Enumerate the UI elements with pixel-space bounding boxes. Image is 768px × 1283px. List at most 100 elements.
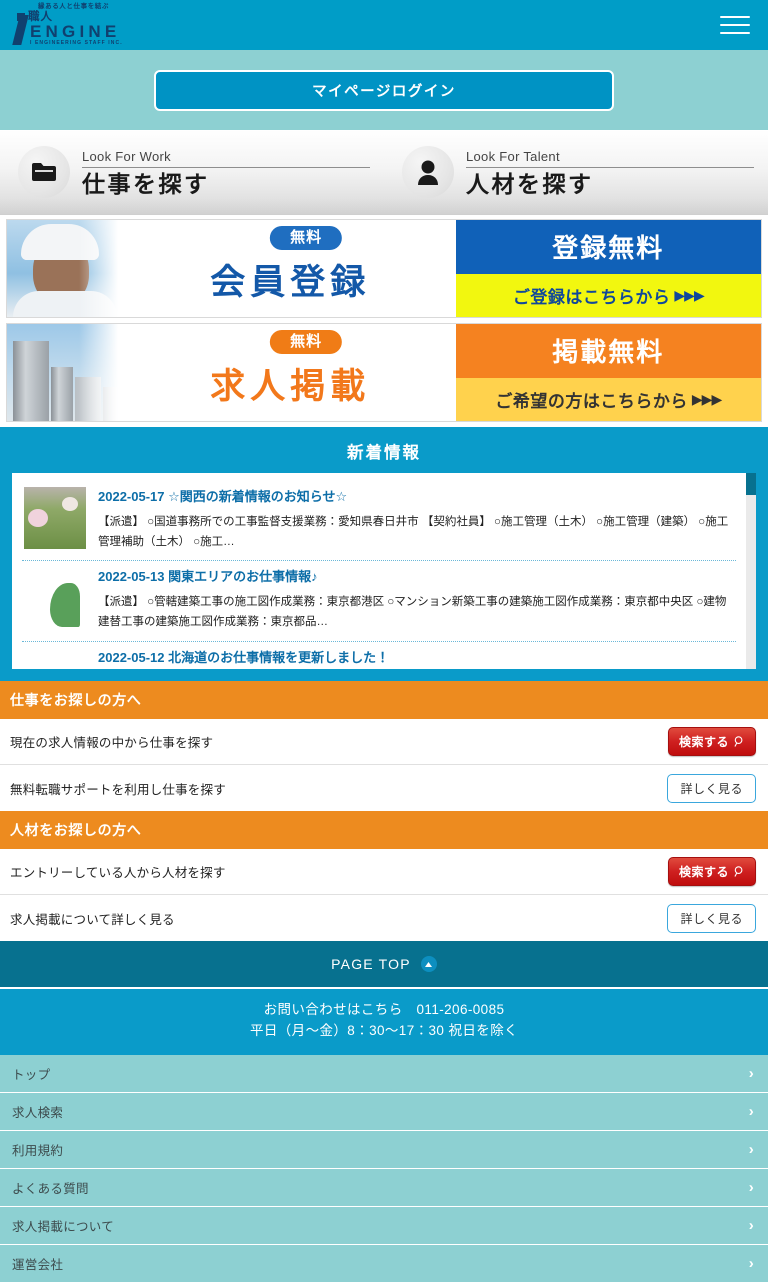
arrow-right-icon: ▶▶▶ <box>691 390 722 407</box>
banner-free-badge: 無料 <box>270 226 343 251</box>
section-row[interactable]: エントリーしている人から人材を探す 検索する <box>0 849 768 895</box>
lookfor-talent-link[interactable]: Look For Talent 人材を探す <box>384 146 768 198</box>
row-label: 現在の求人情報の中から仕事を探す <box>10 736 214 750</box>
news-item-heading: 2022-05-17 ☆関西の新着情報のお知らせ☆ <box>98 487 734 507</box>
footer-nav-label: 運営会社 <box>12 1257 64 1272</box>
chevron-right-icon: › <box>748 1254 754 1272</box>
banner-headline: 会員登録 <box>210 263 371 302</box>
news-list-item[interactable]: 2022-05-13 関東エリアのお仕事情報♪ 【派遣】 ○管轄建築工事の施工図… <box>22 561 736 642</box>
news-item-description: 【派遣】 ○国道事務所での工事監督支援業務：愛知県春日井市 【契約社員】 ○施工… <box>98 515 729 548</box>
person-icon <box>402 146 454 198</box>
news-item-title: 関東エリアのお仕事情報♪ <box>168 569 318 585</box>
arrow-right-icon: ▶▶▶ <box>674 286 704 303</box>
footer-nav-item-top[interactable]: トップ › <box>0 1055 768 1093</box>
site-logo[interactable]: 縁ある人と仕事を結ぶ 職人 ENGINE I ENGINEERING STAFF… <box>12 2 123 47</box>
footer-nav-label: よくある質問 <box>12 1181 89 1196</box>
hamburger-menu-icon[interactable] <box>720 13 750 37</box>
news-item-description: 【派遣】 ○管轄建築工事の施工図作成業務：東京都港区 ○マンション新築工事の建築… <box>98 595 727 629</box>
news-list-item[interactable]: 2022-05-17 ☆関西の新着情報のお知らせ☆ 【派遣】 ○国道事務所での工… <box>22 481 736 562</box>
contact-info: お問い合わせはこちら 011-206-0085 平日（月～金）8：30～17：3… <box>0 989 768 1055</box>
chevron-right-icon: › <box>748 1102 754 1120</box>
button-label: 検索する <box>678 735 729 749</box>
banner-cta[interactable]: ご登録はこちらから ▶▶▶ <box>455 273 761 317</box>
footer-nav-item-faq[interactable]: よくある質問 › <box>0 1169 768 1207</box>
news-item-heading: 2022-05-12 北海道のお仕事情報を更新しました！ <box>24 648 734 668</box>
section-row[interactable]: 求人掲載について詳しく見る 詳しく見る <box>0 895 768 941</box>
banner-member-registration[interactable]: 無料 会員登録 登録無料 ご登録はこちらから ▶▶▶ <box>6 219 762 318</box>
row-label: 求人掲載について詳しく見る <box>10 912 175 927</box>
footer-nav-item-company[interactable]: 運営会社 › <box>0 1245 768 1283</box>
news-item-date: 2022-05-17 <box>98 489 165 504</box>
news-item-heading: 2022-05-13 関東エリアのお仕事情報♪ <box>98 567 734 587</box>
footer-nav-label: トップ <box>12 1067 51 1082</box>
footer-nav-label: 求人検索 <box>12 1105 64 1120</box>
lookfor-work-jp: 仕事を探す <box>82 170 210 197</box>
contact-hours-line: 平日（月～金）8：30～17：30 祝日を除く <box>249 1022 518 1038</box>
logo-tagline: 縁ある人と仕事を結ぶ <box>38 2 109 10</box>
magnifier-icon <box>734 736 743 747</box>
section-row[interactable]: 無料転職サポートを利用し仕事を探す 詳しく見る <box>0 765 768 811</box>
mypage-login-button[interactable]: マイページログイン <box>154 69 614 111</box>
footer-nav-label: 求人掲載について <box>12 1219 115 1234</box>
banner-buildings-photo <box>7 324 125 421</box>
section-heading: 仕事をお探しの方へ <box>0 681 768 719</box>
lookfor-nav: Look For Work 仕事を探す Look For Talent 人材を探… <box>0 130 768 215</box>
banner-cta[interactable]: ご希望の方はこちらから ▶▶▶ <box>455 377 761 421</box>
banner-free-badge: 無料 <box>270 330 343 355</box>
banner-job-posting[interactable]: 無料 求人掲載 掲載無料 ご希望の方はこちらから ▶▶▶ <box>6 323 762 422</box>
news-item-title: 北海道のお仕事情報を更新しました！ <box>168 649 390 665</box>
news-section-title: 新着情報 <box>347 444 421 462</box>
employer-section: 人材をお探しの方へ エントリーしている人から人材を探す 検索する 求人掲載につい… <box>0 811 768 941</box>
logo-wordmark: ENGINE <box>30 22 121 42</box>
lookfor-talent-en: Look For Talent <box>466 149 754 168</box>
chevron-right-icon: › <box>748 1216 754 1234</box>
footer-nav-item-terms[interactable]: 利用規約 › <box>0 1131 768 1169</box>
search-talent-button[interactable]: 検索する <box>667 857 756 886</box>
section-heading: 人材をお探しの方へ <box>0 811 768 849</box>
banner-cta-label: ご登録はこちらから <box>512 287 671 307</box>
magnifier-icon <box>734 866 743 877</box>
news-item-title: ☆関西の新着情報のお知らせ☆ <box>168 489 348 504</box>
footer-navigation: トップ › 求人検索 › 利用規約 › よくある質問 › 求人掲載について › … <box>0 1054 768 1283</box>
news-panel: 2022-05-17 ☆関西の新着情報のお知らせ☆ 【派遣】 ○国道事務所での工… <box>12 473 756 669</box>
posting-detail-button[interactable]: 詳しく見る <box>667 903 756 933</box>
banner-right-title: 掲載無料 <box>552 337 665 368</box>
row-label: エントリーしている人から人材を探す <box>10 866 226 880</box>
search-jobs-button[interactable]: 検索する <box>667 727 756 756</box>
news-scrollbar[interactable] <box>746 473 756 669</box>
site-header: 縁ある人と仕事を結ぶ 職人 ENGINE I ENGINEERING STAFF… <box>0 0 768 50</box>
news-section: 新着情報 2022-05-17 ☆関西の新着情報のお知らせ☆ 【派遣】 ○国道事… <box>0 427 768 681</box>
banner-worker-photo <box>7 220 125 317</box>
logo-subtitle: I ENGINEERING STAFF INC. <box>30 40 123 47</box>
chevron-right-icon: › <box>748 1064 754 1082</box>
page-top-button[interactable]: PAGE TOP <box>0 941 768 989</box>
news-item-date: 2022-05-12 <box>98 649 165 665</box>
folder-icon <box>18 146 70 198</box>
job-support-detail-button[interactable]: 詳しく見る <box>667 773 756 803</box>
news-list: 2022-05-17 ☆関西の新着情報のお知らせ☆ 【派遣】 ○国道事務所での工… <box>12 473 746 669</box>
footer-nav-label: 利用規約 <box>12 1143 64 1158</box>
lookfor-work-en: Look For Work <box>82 149 370 168</box>
news-thumbnail <box>24 567 86 630</box>
banner-cta-label: ご希望の方はこちらから <box>495 391 688 411</box>
job-seeker-section: 仕事をお探しの方へ 現在の求人情報の中から仕事を探す 検索する 無料転職サポート… <box>0 681 768 811</box>
banner-headline: 求人掲載 <box>210 367 371 406</box>
section-row[interactable]: 現在の求人情報の中から仕事を探す 検索する <box>0 719 768 765</box>
news-item-date: 2022-05-13 <box>98 569 165 585</box>
lookfor-talent-jp: 人材を探す <box>466 170 594 197</box>
chevron-right-icon: › <box>748 1140 754 1158</box>
chevron-right-icon: › <box>748 1178 754 1196</box>
row-label: 無料転職サポートを利用し仕事を探す <box>10 782 226 797</box>
footer-nav-item-job-search[interactable]: 求人検索 › <box>0 1093 768 1131</box>
logo-slash-mark <box>12 15 29 46</box>
news-thumbnail <box>24 487 86 549</box>
arrow-up-circle-icon <box>420 956 437 972</box>
lookfor-work-link[interactable]: Look For Work 仕事を探す <box>0 146 384 198</box>
promo-banners: 無料 会員登録 登録無料 ご登録はこちらから ▶▶▶ 無料 求人掲載 掲載無料 … <box>0 215 768 422</box>
contact-phone-line: お問い合わせはこちら 011-206-0085 <box>263 1002 505 1017</box>
button-label: 検索する <box>678 865 729 879</box>
news-list-item[interactable]: 2022-05-12 北海道のお仕事情報を更新しました！ <box>22 642 736 669</box>
news-scrollbar-thumb[interactable] <box>746 473 756 495</box>
footer-nav-item-job-posting[interactable]: 求人掲載について › <box>0 1207 768 1245</box>
login-bar: マイページログイン <box>0 50 768 130</box>
